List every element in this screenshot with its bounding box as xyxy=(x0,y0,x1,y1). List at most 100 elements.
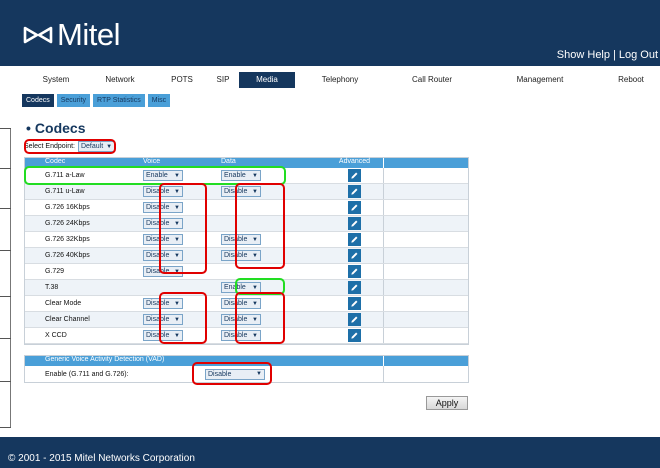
voice-select[interactable]: Enable ▼ xyxy=(143,170,183,181)
data-select[interactable]: Disable ▼ xyxy=(221,186,261,197)
chevron-down-icon: ▼ xyxy=(174,204,180,211)
vad-label: Enable (G.711 and G.726): xyxy=(45,370,129,378)
data-select[interactable]: Disable ▼ xyxy=(221,298,261,309)
data-select[interactable]: Enable ▼ xyxy=(221,170,261,181)
nav-item-network[interactable]: Network xyxy=(100,72,140,88)
edit-pencil-icon[interactable] xyxy=(348,169,361,182)
edit-pencil-icon[interactable] xyxy=(348,217,361,230)
apply-button[interactable]: Apply xyxy=(426,396,468,410)
empty-cell xyxy=(383,168,468,183)
chevron-down-icon: ▼ xyxy=(252,252,258,259)
vad-table-header: Generic Voice Activity Detection (VAD) xyxy=(25,356,468,366)
data-select[interactable]: Disable ▼ xyxy=(221,234,261,245)
voice-cell: Disable ▼ xyxy=(143,218,221,229)
edit-pencil-icon[interactable] xyxy=(348,185,361,198)
nav-item-telephony[interactable]: Telephony xyxy=(320,72,360,88)
tab-rtp-statistics[interactable]: RTP Statistics xyxy=(93,94,145,107)
edit-pencil-icon[interactable] xyxy=(348,281,361,294)
vad-select[interactable]: Disable ▼ xyxy=(205,368,265,380)
endpoint-label: Select Endpoint: xyxy=(24,143,75,150)
edit-pencil-icon[interactable] xyxy=(348,329,361,342)
codec-row: G.729 Disable ▼ xyxy=(25,264,468,280)
advanced-cell xyxy=(326,185,383,198)
tab-codecs[interactable]: Codecs xyxy=(22,94,54,107)
codec-row: Clear Channel Disable ▼ Disable ▼ xyxy=(25,312,468,328)
endpoint-select[interactable]: Default ▼ xyxy=(77,141,116,152)
data-select[interactable]: Disable ▼ xyxy=(221,250,261,261)
data-select[interactable]: Enable ▼ xyxy=(221,282,261,293)
codec-row: G.726 24Kbps Disable ▼ xyxy=(25,216,468,232)
data-select-value: Disable xyxy=(224,316,248,323)
chevron-down-icon: ▼ xyxy=(174,220,180,227)
data-cell: Disable ▼ xyxy=(221,330,326,341)
vad-row: Enable (G.711 and G.726): Disable ▼ xyxy=(25,366,468,382)
column-header-advanced: Advanced xyxy=(338,158,371,165)
edit-pencil-icon[interactable] xyxy=(348,297,361,310)
vad-table: Generic Voice Activity Detection (VAD) E… xyxy=(24,355,469,383)
vad-header-empty xyxy=(383,356,468,366)
data-select-value: Disable xyxy=(224,236,248,243)
edit-pencil-icon[interactable] xyxy=(348,265,361,278)
chevron-down-icon: ▼ xyxy=(174,252,180,259)
voice-select[interactable]: Disable ▼ xyxy=(143,314,183,325)
empty-cell xyxy=(383,200,468,215)
codec-name: G.711 a-Law xyxy=(45,172,85,179)
empty-cell xyxy=(383,216,468,231)
voice-select[interactable]: Disable ▼ xyxy=(143,250,183,261)
voice-select[interactable]: Disable ▼ xyxy=(143,330,183,341)
voice-select[interactable]: Disable ▼ xyxy=(143,298,183,309)
data-select-value: Disable xyxy=(224,300,248,307)
voice-select[interactable]: Disable ▼ xyxy=(143,186,183,197)
voice-select-value: Disable xyxy=(146,316,170,323)
nav-item-pots[interactable]: POTS xyxy=(168,72,196,88)
data-select[interactable]: Disable ▼ xyxy=(221,330,261,341)
data-select-value: Disable xyxy=(224,252,248,259)
nav-item-sip[interactable]: SIP xyxy=(214,72,232,88)
voice-select[interactable]: Disable ▼ xyxy=(143,202,183,213)
chevron-down-icon: ▼ xyxy=(252,332,258,339)
data-select[interactable]: Disable ▼ xyxy=(221,314,261,325)
log-out-link[interactable]: Log Out xyxy=(619,49,658,61)
nav-item-system[interactable]: System xyxy=(36,72,76,88)
empty-cell xyxy=(383,280,468,295)
voice-cell: Disable ▼ xyxy=(143,330,221,341)
data-cell: Disable ▼ xyxy=(221,234,326,245)
nav-item-call-router[interactable]: Call Router xyxy=(410,72,454,88)
edit-pencil-icon[interactable] xyxy=(348,201,361,214)
column-header-voice: Voice xyxy=(143,158,161,165)
edit-pencil-icon[interactable] xyxy=(348,249,361,262)
chevron-down-icon: ▼ xyxy=(252,172,258,179)
mitel-logo-icon xyxy=(23,26,53,44)
show-help-link[interactable]: Show Help xyxy=(557,49,610,61)
data-cell: Disable ▼ xyxy=(221,314,326,325)
tab-misc[interactable]: Misc xyxy=(147,94,171,107)
voice-select[interactable]: Disable ▼ xyxy=(143,266,183,277)
edit-pencil-icon[interactable] xyxy=(348,313,361,326)
nav-item-reboot[interactable]: Reboot xyxy=(613,72,649,88)
voice-select[interactable]: Disable ▼ xyxy=(143,218,183,229)
codec-name: G.726 40Kbps xyxy=(45,252,90,259)
chevron-down-icon: ▼ xyxy=(252,236,258,243)
nav-item-media[interactable]: Media xyxy=(239,72,295,88)
mitel-logo: Mitel xyxy=(23,17,120,52)
tab-security[interactable]: Security xyxy=(56,94,91,107)
chevron-down-icon: ▼ xyxy=(174,316,180,323)
voice-cell: Disable ▼ xyxy=(143,314,221,325)
codec-table-header: Codec Voice Data Advanced xyxy=(25,158,468,168)
codec-name: X CCD xyxy=(45,332,67,339)
nav-item-management[interactable]: Management xyxy=(515,72,565,88)
vad-select-cell: Disable ▼ xyxy=(205,368,383,380)
voice-select-value: Disable xyxy=(146,332,170,339)
voice-select-value: Disable xyxy=(146,300,170,307)
chevron-down-icon: ▼ xyxy=(256,371,262,377)
data-select-value: Enable xyxy=(224,284,246,291)
voice-select[interactable]: Disable ▼ xyxy=(143,234,183,245)
vad-row-empty xyxy=(383,366,468,382)
empty-cell xyxy=(383,184,468,199)
column-header-codec: Codec xyxy=(45,158,66,165)
left-frame-tick xyxy=(0,427,11,428)
edit-pencil-icon[interactable] xyxy=(348,233,361,246)
codec-name: Clear Mode xyxy=(45,300,82,307)
data-cell: Disable ▼ xyxy=(221,298,326,309)
advanced-cell xyxy=(326,217,383,230)
